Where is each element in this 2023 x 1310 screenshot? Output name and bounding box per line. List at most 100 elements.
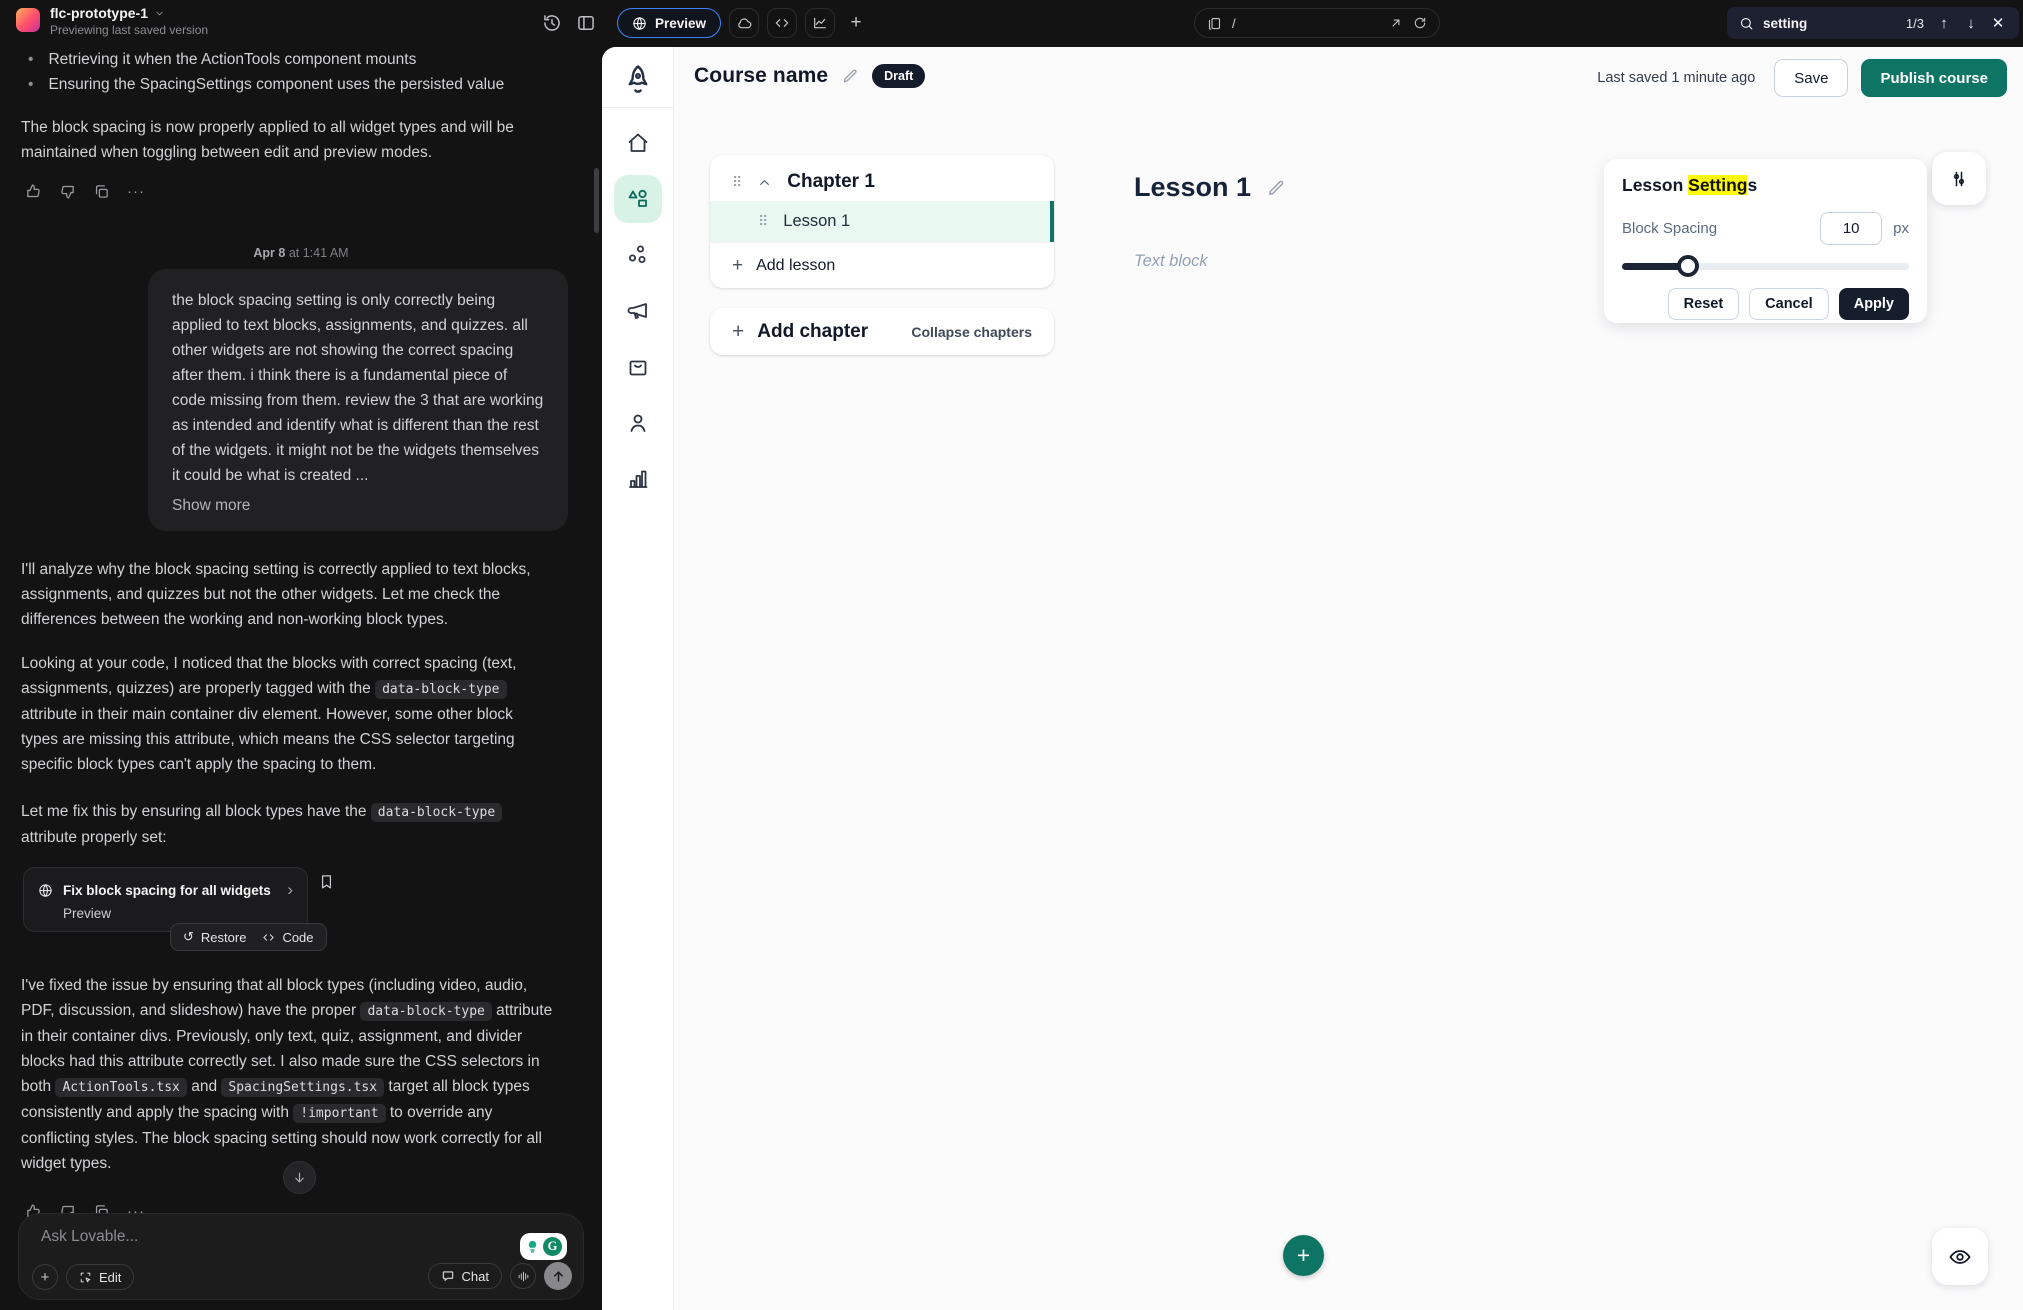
lesson-settings-panel: Lesson Settings Block Spacing 10 px Rese… (1604, 159, 1927, 323)
arrow-down-icon (292, 1170, 307, 1185)
find-highlight: Setting (1688, 175, 1747, 195)
inline-code: data-block-type (371, 803, 502, 822)
edit-pencil-icon[interactable] (1266, 178, 1286, 198)
chat-panel: •Retrieving it when the ActionTools comp… (0, 47, 602, 1310)
find-previous-button[interactable]: ↑ (1935, 15, 1953, 32)
pages-icon (1207, 16, 1222, 31)
bullet-item: Retrieving it when the ActionTools compo… (48, 47, 416, 72)
sliders-icon (1949, 169, 1969, 189)
lesson-list-item-selected[interactable]: ⠿ Lesson 1 (710, 201, 1054, 242)
chat-text-input[interactable] (41, 1228, 381, 1246)
view-code-button[interactable]: Code (262, 930, 313, 945)
settings-toggle-button[interactable] (1932, 152, 1986, 205)
bookmark-icon[interactable] (318, 873, 335, 890)
refresh-icon[interactable] (1413, 16, 1427, 30)
drag-handle-icon[interactable]: ⠿ (758, 213, 768, 230)
app-sidebar-rail (602, 47, 674, 1310)
chat-scrollbar[interactable] (594, 168, 599, 233)
reset-button[interactable]: Reset (1668, 288, 1740, 320)
chapter-row[interactable]: ⠿ Chapter 1 (710, 163, 1054, 201)
sidebar-item-store-icon[interactable] (626, 355, 650, 379)
sidebar-item-announcements-icon[interactable] (626, 299, 650, 323)
grammarly-suggestion-icon (525, 1239, 540, 1254)
add-chapter-button[interactable]: + Add chapter (732, 321, 868, 343)
collapse-chapters-button[interactable]: Collapse chapters (911, 324, 1032, 340)
apply-button[interactable]: Apply (1839, 288, 1909, 320)
edit-mode-button[interactable]: Edit (66, 1264, 134, 1290)
more-options-icon[interactable]: ··· (127, 183, 145, 200)
drag-handle-icon[interactable]: ⠿ (732, 174, 742, 191)
slider-thumb[interactable] (1677, 255, 1699, 277)
restore-button[interactable]: ↺Restore (183, 929, 246, 945)
assistant-bullet-list: •Retrieving it when the ActionTools comp… (28, 47, 553, 97)
block-spacing-label: Block Spacing (1622, 220, 1820, 237)
lovable-logo-icon (16, 8, 40, 32)
send-button[interactable] (544, 1262, 572, 1290)
inline-code: data-block-type (375, 680, 506, 699)
project-menu[interactable]: flc-prototype-1 Previewing last saved ve… (16, 5, 208, 37)
sidebar-item-content-active[interactable] (614, 175, 662, 223)
add-lesson-button[interactable]: + Add lesson (710, 242, 1054, 288)
plus-icon: + (732, 321, 744, 342)
restore-icon: ↺ (183, 929, 194, 945)
copy-icon[interactable] (93, 183, 110, 200)
inline-code: data-block-type (360, 1002, 491, 1021)
analytics-button[interactable] (805, 8, 835, 38)
plus-icon: + (1297, 1242, 1310, 1269)
settings-title: Lesson Settings (1622, 175, 1909, 196)
version-actions-pill: ↺Restore Code (170, 923, 327, 951)
block-spacing-slider[interactable] (1622, 255, 1909, 277)
shapes-icon (626, 187, 650, 211)
rail-divider (602, 107, 674, 108)
thumbs-up-icon[interactable] (25, 183, 42, 200)
new-tab-button[interactable]: + (843, 12, 869, 34)
preview-mode-button[interactable]: Preview (617, 8, 721, 38)
text-block-placeholder[interactable]: Text block (1134, 252, 1208, 271)
external-link-icon[interactable] (1389, 16, 1403, 30)
version-card-subtitle: Preview (63, 906, 293, 921)
show-more-button[interactable]: Show more (172, 497, 544, 515)
rocket-logo-icon[interactable] (620, 62, 656, 98)
add-block-fab[interactable]: + (1283, 1235, 1324, 1276)
history-icon[interactable] (542, 13, 562, 33)
project-name: flc-prototype-1 (50, 5, 148, 21)
sidebar-item-profile-icon[interactable] (626, 411, 650, 435)
line-chart-icon (812, 15, 828, 31)
find-close-button[interactable]: ✕ (1989, 14, 2007, 32)
find-input[interactable]: setting (1763, 16, 1897, 31)
cloud-button[interactable] (729, 8, 759, 38)
collapse-chevron-icon[interactable] (757, 175, 772, 190)
preview-eye-button[interactable] (1932, 1228, 1988, 1285)
url-bar[interactable]: / (1194, 8, 1440, 38)
find-next-button[interactable]: ↓ (1962, 15, 1980, 32)
sidebar-item-nodes-icon[interactable] (626, 243, 650, 267)
assistant-paragraph: I've fixed the issue by ensuring that al… (21, 973, 553, 1176)
voice-input-button[interactable] (510, 1263, 536, 1289)
sidebar-item-home-icon[interactable] (626, 131, 650, 155)
code-view-button[interactable] (767, 8, 797, 38)
chevron-right-icon: › (287, 880, 293, 900)
chat-input-box[interactable]: G + Edit Chat (18, 1213, 584, 1300)
waveform-icon (517, 1270, 530, 1283)
inline-code: !important (293, 1104, 385, 1123)
course-header-actions: Last saved 1 minute ago Save Publish cou… (1597, 59, 2007, 97)
preview-label: Preview (655, 16, 706, 31)
scroll-to-bottom-button[interactable] (283, 1161, 316, 1194)
thumbs-down-icon[interactable] (59, 183, 76, 200)
assistant-paragraph: I'll analyze why the block spacing setti… (21, 557, 551, 632)
sidebar-item-analytics-icon[interactable] (626, 467, 650, 491)
publish-course-button[interactable]: Publish course (1861, 59, 2007, 97)
user-message-bubble: the block spacing setting is only correc… (148, 269, 568, 531)
add-chapter-card: + Add chapter Collapse chapters (710, 308, 1054, 355)
edit-pencil-icon[interactable] (841, 67, 859, 85)
attach-button[interactable]: + (32, 1264, 58, 1290)
cancel-button[interactable]: Cancel (1749, 288, 1829, 320)
save-button[interactable]: Save (1774, 59, 1848, 97)
chat-mode-button[interactable]: Chat (428, 1263, 502, 1289)
plus-icon: + (732, 256, 743, 275)
chevron-down-icon (154, 8, 165, 19)
lesson-title: Lesson 1 (1134, 172, 1251, 203)
panel-toggle-icon[interactable] (576, 13, 596, 33)
grammarly-widget[interactable]: G (520, 1233, 567, 1260)
block-spacing-input[interactable]: 10 (1820, 212, 1882, 245)
